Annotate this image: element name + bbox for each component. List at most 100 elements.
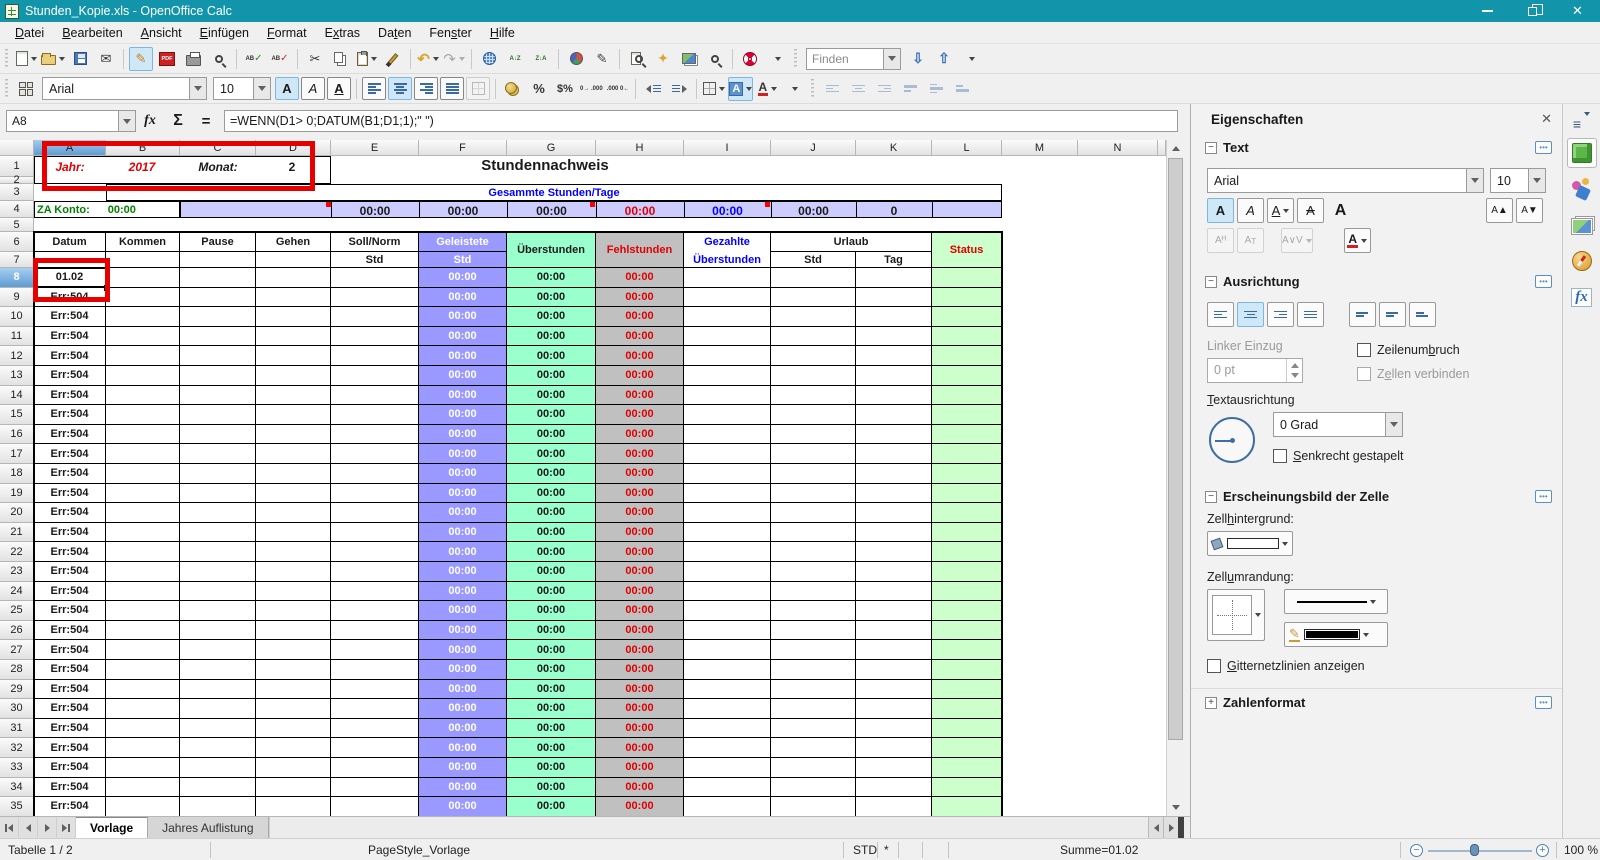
font-name-combo[interactable]: Arial: [42, 77, 207, 100]
cell-dialog-launcher-icon[interactable]: •••: [1535, 490, 1552, 503]
align-vcenter-button[interactable]: [1379, 302, 1406, 327]
column-header-a[interactable]: A: [34, 140, 106, 156]
sidebar-font-size-combo[interactable]: 10: [1490, 168, 1546, 193]
cell-i34[interactable]: [684, 777, 771, 798]
menu-bearbeiten[interactable]: Bearbeiten: [53, 24, 131, 42]
cell-f15[interactable]: 00:00: [419, 405, 507, 425]
find-toolbar-grip[interactable]: [792, 48, 799, 69]
cell-i12[interactable]: [684, 346, 771, 366]
row-header-35[interactable]: 35: [0, 797, 34, 816]
cell-b14[interactable]: [106, 385, 180, 406]
zoom-in-button[interactable]: +: [1536, 844, 1549, 857]
cell-i28[interactable]: [684, 660, 771, 680]
cell-e25[interactable]: [331, 601, 419, 621]
cell-d8[interactable]: [256, 268, 331, 288]
standard-format-button[interactable]: $%: [553, 77, 577, 101]
cell-background-button[interactable]: [1207, 531, 1293, 556]
cell-b8[interactable]: [106, 268, 180, 288]
function-button[interactable]: =: [193, 110, 219, 132]
menu-ansicht[interactable]: Ansicht: [132, 24, 191, 42]
cell-b20[interactable]: [106, 503, 180, 523]
cell-j21[interactable]: [771, 522, 856, 543]
column-header-m[interactable]: M: [1002, 140, 1078, 156]
row-header-22[interactable]: 22: [0, 542, 34, 562]
cell-a23[interactable]: Err:504: [34, 562, 106, 582]
header-soll-std[interactable]: Std: [331, 252, 419, 268]
zoom-slider-thumb[interactable]: [1470, 844, 1479, 856]
sidebar-align-left-button[interactable]: [1207, 302, 1234, 327]
cell-k4[interactable]: 0: [856, 204, 932, 218]
cell-g24[interactable]: 00:00: [507, 581, 596, 602]
cell-d14[interactable]: [256, 385, 331, 406]
gallery-button[interactable]: [677, 47, 701, 71]
header-soll-norm[interactable]: Soll/Norm: [331, 232, 419, 252]
cell-b13[interactable]: [106, 366, 180, 386]
cell-h35[interactable]: 00:00: [596, 797, 684, 816]
cell-e14[interactable]: [331, 385, 419, 406]
header-urlaub-tag[interactable]: Tag: [856, 252, 932, 268]
decrease-font-button[interactable]: A▼: [1516, 198, 1543, 223]
sidebar-menu-icon[interactable]: ≡: [1573, 112, 1591, 132]
cell-b33[interactable]: [106, 758, 180, 778]
cell-e27[interactable]: [331, 640, 419, 660]
cell-f28[interactable]: 00:00: [419, 660, 507, 680]
cell-g9[interactable]: 00:00: [507, 287, 596, 308]
minimize-button[interactable]: [1465, 0, 1510, 22]
align-dialog-launcher-icon[interactable]: •••: [1535, 275, 1552, 288]
cell-f29[interactable]: 00:00: [419, 679, 507, 700]
row-header-29[interactable]: 29: [0, 679, 34, 700]
cell-a29[interactable]: Err:504: [34, 679, 106, 700]
column-header-i[interactable]: I: [684, 140, 771, 156]
cell-g14[interactable]: 00:00: [507, 385, 596, 406]
cell-g33[interactable]: 00:00: [507, 758, 596, 778]
navigator-button[interactable]: ✦: [651, 47, 675, 71]
cell-j23[interactable]: [771, 562, 856, 582]
insert-chart-button[interactable]: [564, 47, 588, 71]
cell-c25[interactable]: [180, 601, 256, 621]
cell-i8[interactable]: [684, 268, 771, 288]
cell-e30[interactable]: [331, 699, 419, 719]
cell-a13[interactable]: Err:504: [34, 366, 106, 386]
cell-h29[interactable]: 00:00: [596, 679, 684, 700]
cell-l8[interactable]: [932, 268, 1002, 288]
cell-c9[interactable]: [180, 287, 256, 308]
cell-g30[interactable]: 00:00: [507, 699, 596, 719]
cell-b15[interactable]: [106, 405, 180, 425]
scroll-up-button[interactable]: [1167, 140, 1184, 157]
horizontal-scrollbar[interactable]: [268, 817, 1148, 838]
find-next-button[interactable]: ⇩: [906, 47, 930, 71]
stacked-checkbox[interactable]: [1273, 449, 1287, 463]
cell-i21[interactable]: [684, 522, 771, 543]
align-toolbar-grip[interactable]: [809, 78, 817, 99]
cell-l35[interactable]: [932, 797, 1002, 816]
find-input[interactable]: Finden: [806, 47, 901, 70]
cell-c22[interactable]: [180, 542, 256, 562]
merge-cells-checkbox[interactable]: [1357, 367, 1371, 381]
cell-k20[interactable]: [856, 503, 932, 523]
sheet-tab-vorlage[interactable]: Vorlage: [76, 817, 149, 838]
collapse-text-section[interactable]: −: [1205, 141, 1217, 154]
cell-c26[interactable]: [180, 620, 256, 641]
underline-button[interactable]: A: [327, 77, 351, 100]
cell-i4[interactable]: 00:00: [684, 204, 771, 218]
cell-e4[interactable]: 00:00: [331, 204, 419, 218]
rotation-dial[interactable]: [1209, 417, 1255, 463]
cell-h17[interactable]: 00:00: [596, 444, 684, 464]
cell-l14[interactable]: [932, 385, 1002, 406]
cell-l30[interactable]: [932, 699, 1002, 719]
cell-l17[interactable]: [932, 444, 1002, 464]
sidebar-tab-styles[interactable]: [1567, 174, 1597, 204]
cell-a31[interactable]: Err:504: [34, 718, 106, 739]
cell-f34[interactable]: 00:00: [419, 777, 507, 798]
cell-i27[interactable]: [684, 640, 771, 660]
formula-input[interactable]: =WENN(D1> 0;DATUM(B1;D1;1);" "): [224, 110, 1178, 132]
cell-f35[interactable]: 00:00: [419, 797, 507, 816]
cell-h32[interactable]: 00:00: [596, 738, 684, 758]
cell-g17[interactable]: 00:00: [507, 444, 596, 464]
align-object-bottom-button[interactable]: [950, 77, 974, 101]
restore-button[interactable]: [1510, 0, 1555, 22]
menu-hilfe[interactable]: Hilfe: [481, 24, 524, 42]
cell-c34[interactable]: [180, 777, 256, 798]
vertical-scrollbar[interactable]: [1166, 140, 1184, 816]
cell-a9[interactable]: Err:504: [34, 287, 106, 308]
